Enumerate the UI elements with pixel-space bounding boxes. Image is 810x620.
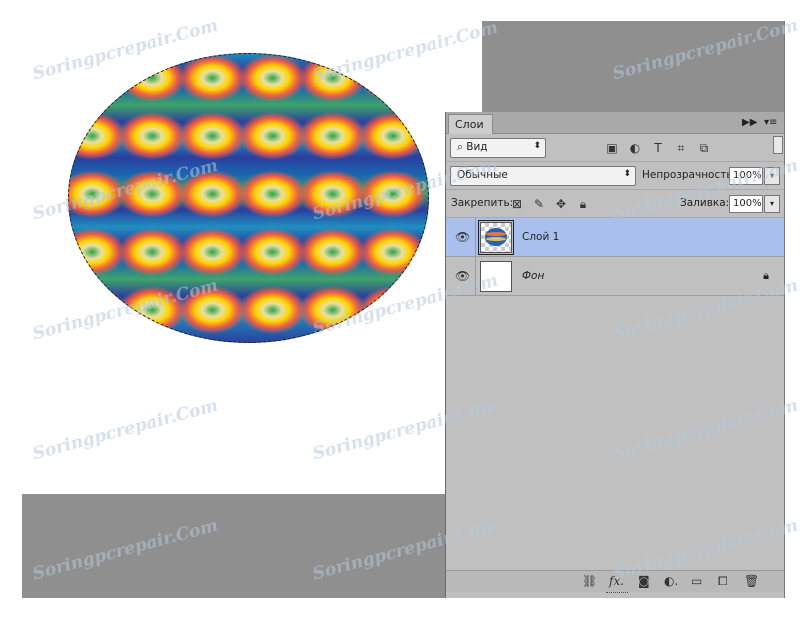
- new-layer-icon[interactable]: ⧠: [718, 574, 728, 589]
- layer-name[interactable]: Фон: [522, 270, 544, 282]
- blend-mode-value: Обычные: [457, 169, 508, 181]
- panel-edge: [784, 21, 785, 598]
- resize-grip[interactable]: [606, 592, 628, 598]
- lock-all-icon[interactable]: 🔒︎: [575, 196, 591, 212]
- image-filter-icon[interactable]: ▣: [604, 140, 620, 156]
- search-icon: ⌕: [457, 141, 463, 153]
- marching-ants-border: [68, 53, 429, 343]
- trash-icon[interactable]: 🗑︎: [744, 574, 759, 588]
- layer-row-layer1[interactable]: 👁︎ Слой 1: [446, 218, 785, 257]
- opacity-dropdown-arrow[interactable]: ▾: [764, 167, 780, 185]
- lock-label: Закрепить:: [451, 197, 514, 209]
- document-canvas[interactable]: [22, 21, 482, 494]
- link-icon[interactable]: ⛓: [582, 574, 597, 588]
- elliptical-selection[interactable]: [68, 53, 429, 343]
- collapse-panel-icon[interactable]: ▶▶: [742, 117, 757, 128]
- panel-menu-icon[interactable]: ▾≡: [764, 117, 777, 128]
- blend-row: Обычные ⬍ Непрозрачность: 100% ▾: [446, 162, 785, 190]
- spinner-arrows-icon: ⬍: [623, 169, 631, 179]
- filter-row: ⌕ Вид ⬍ ▣ ◐ T ⌗ ⧉: [446, 134, 785, 162]
- fx-icon[interactable]: fx.: [609, 574, 624, 588]
- photoshop-workspace: Слои ▶▶ ▾≡ ⌕ Вид ⬍ ▣ ◐ T ⌗ ⧉ Обычные ⬍ Н…: [22, 21, 785, 598]
- lock-row: Закрепить: ⊠ ✎ ✥ 🔒︎ Заливка: 100% ▾: [446, 190, 785, 218]
- divider: [475, 257, 476, 295]
- fill-label: Заливка:: [680, 197, 730, 209]
- divider: [475, 218, 476, 256]
- visibility-eye-icon[interactable]: 👁︎: [455, 230, 470, 244]
- adjustment-filter-icon[interactable]: ◐: [627, 140, 643, 156]
- fill-input[interactable]: 100%: [729, 195, 763, 213]
- opacity-input[interactable]: 100%: [729, 167, 763, 185]
- mask-icon[interactable]: ◙: [638, 574, 650, 588]
- smart-object-filter-icon[interactable]: ⧉: [696, 140, 712, 156]
- adjustment-icon[interactable]: ◐.: [664, 574, 678, 588]
- layer-filter-select[interactable]: ⌕ Вид ⬍: [450, 138, 546, 158]
- pattern-blob: [68, 54, 127, 102]
- panel-scrollbar-thumb[interactable]: [773, 136, 783, 154]
- shape-filter-icon[interactable]: ⌗: [673, 140, 689, 156]
- spinner-arrows-icon: ⬍: [533, 141, 541, 151]
- fill-dropdown-arrow[interactable]: ▾: [764, 195, 780, 213]
- panel-footer: ⛓ fx. ◙ ◐. ▭ ⧠ 🗑︎: [446, 570, 785, 592]
- layers-panel: Слои ▶▶ ▾≡ ⌕ Вид ⬍ ▣ ◐ T ⌗ ⧉ Обычные ⬍ Н…: [445, 112, 785, 598]
- layer-name[interactable]: Слой 1: [522, 231, 559, 243]
- layer-row-background[interactable]: 👁︎ Фон 🔒︎: [446, 257, 785, 296]
- filter-label: Вид: [466, 141, 488, 153]
- lock-pixels-icon[interactable]: ✎: [531, 196, 547, 212]
- lock-transparency-icon[interactable]: ⊠: [509, 196, 525, 212]
- type-filter-icon[interactable]: T: [650, 140, 666, 156]
- canvas-gray-area: [769, 21, 785, 112]
- lock-position-icon[interactable]: ✥: [553, 196, 569, 212]
- blend-mode-select[interactable]: Обычные ⬍: [450, 166, 636, 186]
- tab-layers[interactable]: Слои: [448, 114, 493, 134]
- panel-tab-bar: Слои ▶▶ ▾≡: [446, 112, 785, 134]
- visibility-eye-icon[interactable]: 👁︎: [455, 269, 470, 283]
- opacity-label: Непрозрачность:: [642, 169, 737, 181]
- lock-icon[interactable]: 🔒︎: [763, 269, 769, 283]
- layer-thumbnail: [478, 220, 514, 255]
- group-folder-icon[interactable]: ▭: [691, 574, 702, 588]
- layer-thumbnail: [480, 261, 512, 292]
